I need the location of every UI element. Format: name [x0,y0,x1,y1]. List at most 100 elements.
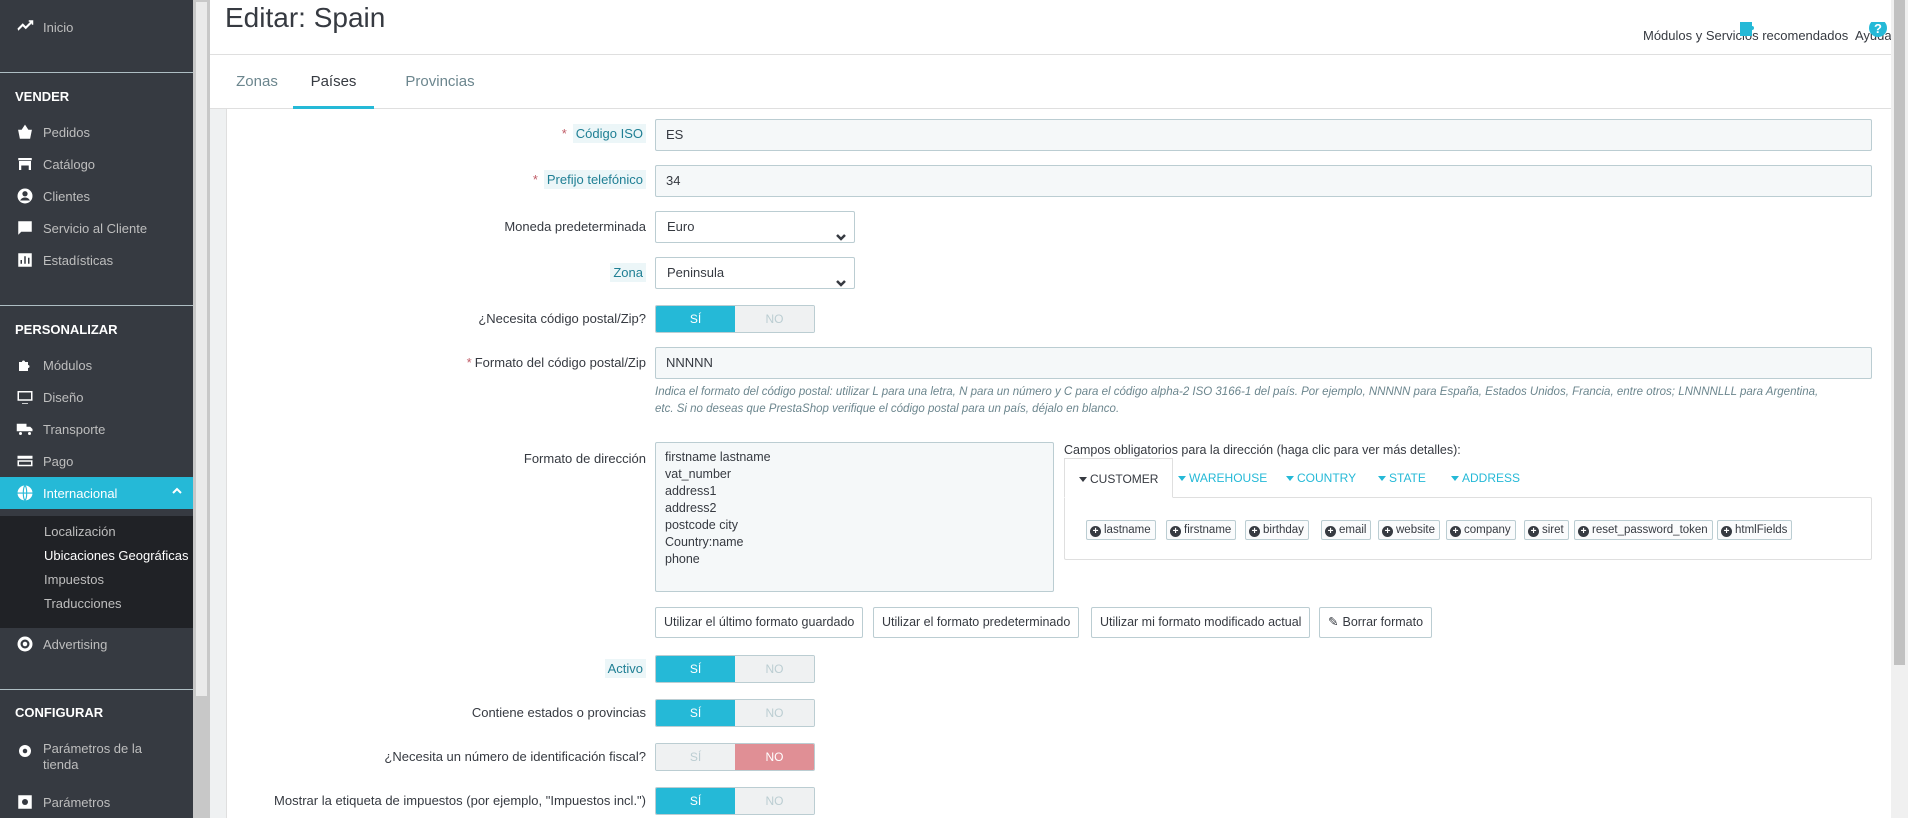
sidebar-item-clientes[interactable]: Clientes [0,180,193,212]
sidebar-item-catalogo[interactable]: Catálogo [0,148,193,180]
field-tab-state[interactable]: STATE [1378,458,1426,498]
field-chip-htmlfields[interactable]: + htmlFields [1717,520,1793,540]
sidebar-item-estadisticas[interactable]: Estadísticas [0,244,193,276]
scrollbar-thumb[interactable] [1894,0,1905,665]
field-tab-customer[interactable]: CUSTOMER [1064,458,1174,498]
tax-id-switch[interactable]: SÍ NO [655,743,815,771]
switch-yes[interactable]: SÍ [656,744,735,770]
zip-format-input[interactable]: NNNNN [655,347,1872,379]
states-switch[interactable]: SÍ NO [655,699,815,727]
sidebar-item-transporte[interactable]: Transporte [0,413,193,445]
sidebar-item-diseno[interactable]: Diseño [0,381,193,413]
svg-text:?: ? [1874,22,1882,36]
switch-yes[interactable]: SÍ [656,700,735,726]
caret-down-icon [1286,476,1294,482]
sidebar-item-label: Transporte [43,421,106,437]
submenu-item-traducciones[interactable]: Traducciones [44,596,122,611]
use-last-saved-format-button[interactable]: Utilizar el último formato guardado [655,607,864,638]
sidebar-item-label: Servicio al Cliente [43,220,148,236]
sidebar-item-parametros-tienda[interactable]: Parámetros de la tienda [0,737,193,779]
sidebar-item-pedidos[interactable]: Pedidos [0,116,193,148]
field-chip-birthday[interactable]: + birthday [1245,520,1309,540]
switch-yes[interactable]: SÍ [656,788,735,814]
caret-down-icon [1178,476,1186,482]
field-tab-warehouse[interactable]: WAREHOUSE [1178,458,1267,498]
address-format-textarea[interactable]: firstname lastname vat_number address1 a… [655,442,1054,592]
sidebar-item-modulos[interactable]: Módulos [0,349,193,381]
sidebar-item-pago[interactable]: Pago [0,445,193,477]
modules-button[interactable]: Módulos y Servicios recomendados [1643,20,1848,43]
switch-yes[interactable]: SÍ [656,656,735,682]
field-chip-website[interactable]: + website [1378,520,1440,540]
submenu-item-localizacion[interactable]: Localización [44,524,116,539]
field-chip-email[interactable]: + email [1321,520,1372,540]
field-chip-reset-password-token[interactable]: + reset_password_token [1574,520,1713,540]
sidebar-item-label: Advertising [43,636,108,652]
help-icon: ? [1865,19,1891,46]
zip-format-label: * Formato del código postal/Zip [466,355,646,370]
currency-select[interactable]: Euro [655,211,855,243]
switch-no[interactable]: NO [735,656,814,682]
switch-no[interactable]: NO [735,700,814,726]
section-vender: VENDER [15,89,70,104]
switch-no[interactable]: NO [735,744,814,770]
field-tab-country[interactable]: COUNTRY [1286,458,1356,498]
tab-zonas[interactable]: Zonas [228,55,286,109]
zone-label: Zona [610,263,646,282]
field-tab-address[interactable]: ADDRESS [1451,458,1520,498]
plus-circle-icon: + [1450,526,1461,537]
iso-label: * Código ISO [562,124,646,143]
chevron-up-icon [171,485,182,495]
use-default-format-button[interactable]: Utilizar el formato predeterminado [873,607,1080,638]
sidebar-item-servicio[interactable]: Servicio al Cliente [0,212,193,244]
plus-circle-icon: + [1528,526,1539,537]
caret-down-icon [1451,476,1459,482]
caret-down-icon [1079,477,1087,483]
sidebar-item-parametros[interactable]: Parámetros [0,786,193,818]
target-icon [15,634,35,654]
plus-circle-icon: + [1382,526,1393,537]
help-button[interactable]: ? Ayuda [1855,19,1892,43]
iso-input[interactable]: ES [655,119,1872,151]
gear-icon [15,741,35,761]
zip-needed-label: ¿Necesita código postal/Zip? [478,311,646,326]
phone-input[interactable]: 34 [655,165,1872,197]
tab-paises[interactable]: Países [293,55,374,109]
zone-select[interactable]: Peninsula [655,257,855,289]
truck-icon [15,419,35,439]
page-title: Editar: Spain [225,2,386,33]
store-icon [15,154,35,174]
currency-label: Moneda predeterminada [504,219,646,234]
field-chip-company[interactable]: + company [1446,520,1516,540]
field-chip-siret[interactable]: + siret [1524,520,1569,540]
sidebar-item-advertising[interactable]: Advertising [0,628,193,660]
submenu-item-impuestos[interactable]: Impuestos [44,572,104,587]
eraser-icon: ✎ [1328,615,1339,629]
caret-down-icon [1378,476,1386,482]
tax-label-label: Mostrar la etiqueta de impuestos (por ej… [274,793,646,808]
sidebar-item-internacional[interactable]: Internacional [0,477,193,509]
use-current-format-button[interactable]: Utilizar mi formato modificado actual [1091,607,1311,638]
sidebar-item-label: Catálogo [43,156,96,172]
clear-format-button[interactable]: ✎ Borrar formato [1319,607,1433,638]
divider [0,305,193,306]
field-chip-lastname[interactable]: + lastname [1086,520,1156,540]
tab-provincias[interactable]: Provincias [390,55,490,109]
switch-no[interactable]: NO [735,788,814,814]
tax-label-switch[interactable]: SÍ NO [655,787,815,815]
switch-yes[interactable]: SÍ [656,306,735,332]
plus-circle-icon: + [1721,526,1732,537]
zip-needed-switch[interactable]: SÍ NO [655,305,815,333]
fields-tabs: CUSTOMER WAREHOUSE COUNTRY STATE ADDRESS [1064,458,1872,498]
active-switch[interactable]: SÍ NO [655,655,815,683]
field-chip-firstname[interactable]: + firstname [1166,520,1237,540]
states-label: Contiene estados o provincias [471,705,646,720]
user-circle-icon [15,186,35,206]
switch-no[interactable]: NO [735,306,814,332]
sidebar-scrollbar[interactable] [193,0,210,818]
sidebar-item-inicio[interactable]: Inicio [0,11,193,43]
submenu-item-ubicaciones[interactable]: Ubicaciones Geográficas [44,548,189,563]
chevron-down-icon [836,269,846,287]
scrollbar-thumb[interactable] [196,2,207,696]
page-scrollbar[interactable] [1891,0,1908,818]
